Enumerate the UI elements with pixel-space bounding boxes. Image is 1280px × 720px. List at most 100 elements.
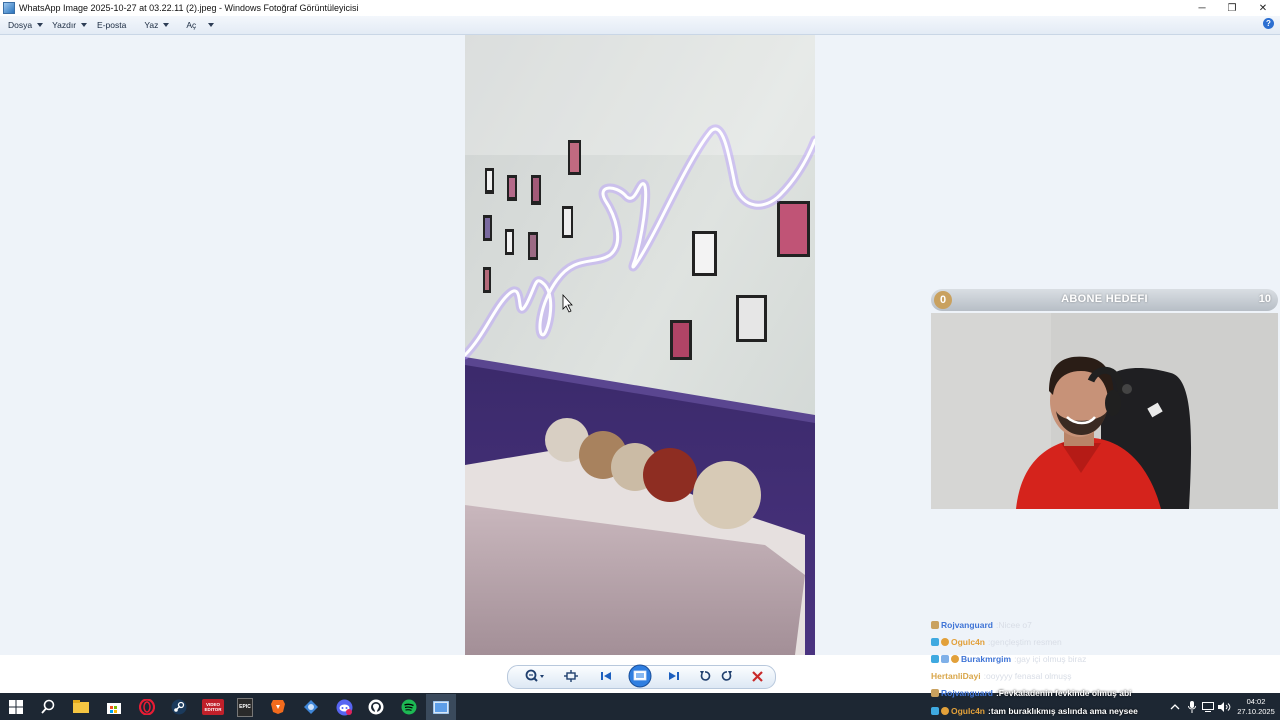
chat-message: Ogulc4n : tam buraklıkmış aslında ama ne… — [931, 704, 1138, 718]
taskbar-store[interactable] — [104, 697, 124, 717]
menu-yazdir[interactable]: Yazdır — [52, 20, 88, 30]
chevron-up-icon — [1170, 704, 1180, 710]
store-bag-icon — [107, 703, 121, 714]
opera-gx-icon — [139, 699, 155, 715]
microphone-icon — [1188, 701, 1196, 713]
taskbar-discord[interactable] — [334, 697, 354, 717]
taskbar-steam[interactable] — [169, 697, 189, 717]
webcam-feed — [931, 313, 1278, 509]
tray-microphone[interactable] — [1185, 697, 1199, 717]
windows-logo-icon — [9, 700, 23, 714]
magnifier-icon — [525, 669, 544, 682]
tray-overflow-button[interactable] — [1168, 697, 1182, 717]
chevron-down-icon — [81, 23, 88, 27]
speaker-icon — [1217, 702, 1230, 712]
rotate-left-button[interactable] — [696, 668, 714, 684]
blue-app-icon — [304, 700, 318, 714]
previous-icon — [601, 672, 611, 680]
chat-badge-icon — [941, 707, 949, 715]
spotify-icon — [401, 699, 417, 715]
photo-viewer-icon — [433, 700, 449, 714]
chat-username: Ogulc4n — [951, 637, 986, 647]
chat-username: Ogulc4n — [951, 706, 986, 716]
tray-network[interactable] — [1201, 697, 1215, 717]
chevron-down-icon — [208, 23, 215, 27]
chat-badge-icon — [931, 707, 939, 715]
menu-ac[interactable]: Aç — [186, 20, 215, 30]
windows-start-button[interactable] — [6, 697, 26, 717]
menu-dosya[interactable]: Dosya — [8, 20, 44, 30]
menu-yaz[interactable]: Yaz — [144, 20, 170, 30]
fit-window-icon — [564, 670, 578, 682]
taskbar-file-explorer[interactable] — [71, 697, 91, 717]
window-title: WhatsApp Image 2025-10-27 at 03.22.11 (2… — [19, 3, 359, 13]
video-editor-icon: VIDEO EDITOR — [202, 699, 224, 715]
rotate-right-button[interactable] — [718, 668, 736, 684]
github-icon — [368, 699, 384, 715]
menu-label: Yazdır — [52, 20, 77, 30]
previous-button[interactable] — [592, 668, 620, 684]
chat-badge-icon — [931, 655, 939, 663]
chat-badge-icon — [931, 621, 939, 629]
steam-icon — [171, 699, 187, 715]
taskbar-opera-gx[interactable] — [137, 697, 157, 717]
clock-date: 27.10.2025 — [1237, 707, 1275, 716]
chevron-down-icon — [37, 23, 44, 27]
next-button[interactable] — [660, 668, 688, 684]
goal-label: ABONE HEDEFI — [1061, 293, 1148, 305]
discord-icon — [336, 699, 352, 715]
chevron-down-icon — [163, 23, 170, 27]
network-monitor-icon — [1202, 702, 1214, 712]
close-window-button[interactable]: ✕ — [1248, 0, 1278, 16]
taskbar-spotify[interactable] — [399, 697, 419, 717]
taskbar-video-editor[interactable]: VIDEO EDITOR — [201, 697, 225, 717]
taskbar-brave[interactable] — [268, 697, 288, 717]
help-icon[interactable]: ? — [1263, 18, 1274, 29]
delete-button[interactable] — [748, 668, 766, 684]
chat-badge-icon — [941, 638, 949, 646]
chat-username: HertanliDayi — [931, 671, 981, 681]
slideshow-button[interactable] — [625, 664, 655, 688]
goal-target-count: 10 — [1258, 293, 1271, 305]
taskbar-photo-viewer-active[interactable] — [426, 694, 456, 720]
chat-badge-icon — [931, 638, 939, 646]
tray-volume[interactable] — [1217, 697, 1231, 717]
menu-label: Yaz — [144, 20, 159, 30]
chat-username: Rojvanguard — [941, 688, 993, 698]
chat-badge-icon — [941, 655, 949, 663]
delete-x-icon — [751, 670, 763, 682]
slideshow-icon — [628, 664, 652, 688]
chat-badge-icon — [951, 655, 959, 663]
taskbar-blue-app[interactable] — [301, 697, 321, 717]
chat-text: Fevkaladenin fevkinde olmuş abi — [998, 688, 1132, 698]
brave-lion-icon — [271, 700, 285, 714]
minimize-button[interactable]: ─ — [1187, 0, 1217, 16]
clock-time: 04:02 — [1246, 697, 1266, 706]
displayed-photo — [465, 35, 815, 655]
next-icon — [669, 672, 679, 680]
chat-text: Nicee o7 — [998, 620, 1032, 630]
chat-text: gay içi olmuş biraz — [1016, 654, 1087, 664]
zoom-button[interactable] — [522, 668, 548, 684]
photo-viewer-app-icon — [3, 2, 15, 14]
taskbar-search-button[interactable] — [38, 697, 58, 717]
menu-label: Aç — [186, 20, 197, 30]
chat-username: Burakmrgim — [961, 654, 1012, 664]
search-icon — [41, 699, 55, 714]
chat-message: HertanliDayi : ooyyyy fenasal olmuşş — [931, 669, 1072, 683]
menu-bar: Dosya Yazdır E-posta Yaz Aç — [0, 16, 1280, 35]
rotate-counterclockwise-icon — [700, 671, 711, 681]
epic-games-icon: EPIC — [237, 697, 253, 717]
chat-text: ooyyyy fenasal olmuşş — [985, 671, 1072, 681]
taskbar-github[interactable] — [366, 697, 386, 717]
taskbar-epic-games[interactable]: EPIC — [235, 697, 255, 717]
actual-size-button[interactable] — [561, 668, 581, 684]
menu-eposta[interactable]: E-posta — [97, 20, 126, 30]
title-bar: WhatsApp Image 2025-10-27 at 03.22.11 (2… — [0, 0, 1280, 16]
chat-message: Rojvanguard : Fevkaladenin fevkinde olmu… — [931, 686, 1132, 700]
menu-label: Dosya — [8, 20, 33, 30]
tray-clock[interactable]: 04:02 27.10.2025 — [1236, 697, 1276, 717]
restore-button[interactable]: ❐ — [1217, 0, 1247, 16]
chat-badge-icon — [931, 689, 939, 697]
chat-message: Ogulc4n : gençleştim resmen — [931, 635, 1062, 649]
